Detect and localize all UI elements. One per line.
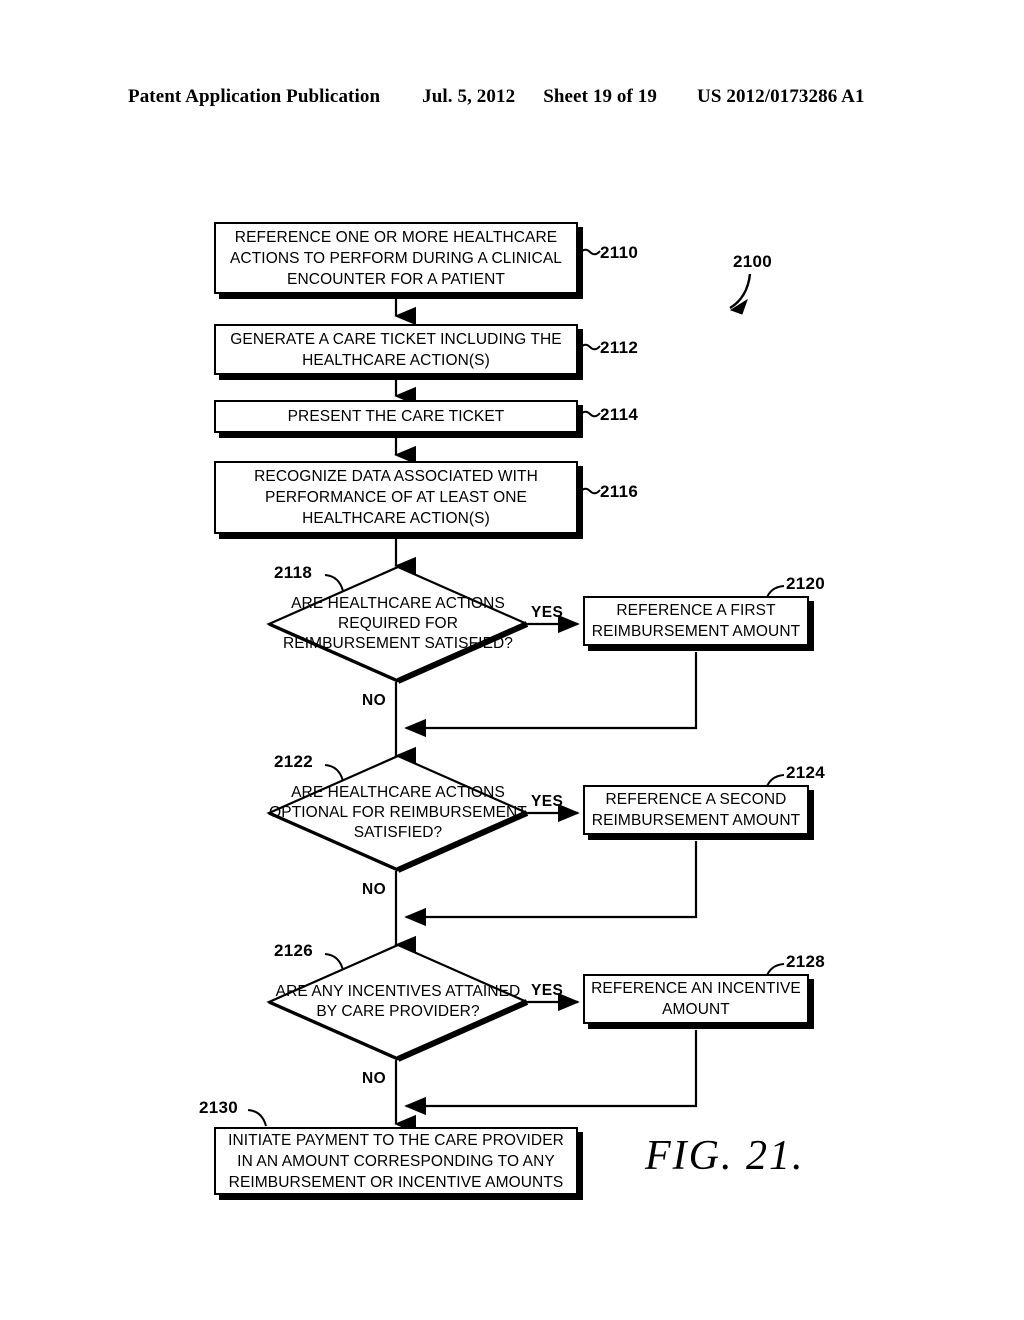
ref-numeral-2114: 2114 bbox=[600, 405, 639, 424]
process-box-2114-text: PRESENT THE CARE TICKET bbox=[287, 408, 505, 425]
branch-label-2122-yes: YES bbox=[531, 793, 564, 810]
branch-label-2118-no: NO bbox=[362, 692, 387, 709]
process-box-2112[interactable]: GENERATE A CARE TICKET INCLUDING THE HEA… bbox=[214, 324, 578, 375]
process-box-2120-text: REFERENCE A FIRST REIMBURSEMENT AMOUNT bbox=[591, 602, 801, 640]
process-box-2112-text: GENERATE A CARE TICKET INCLUDING THE HEA… bbox=[230, 330, 562, 369]
ref-numeral-2112: 2112 bbox=[600, 338, 639, 357]
process-box-2120[interactable]: REFERENCE A FIRST REIMBURSEMENT AMOUNT bbox=[583, 596, 809, 646]
process-box-2116-text: RECOGNIZE DATA ASSOCIATED WITH PERFORMAN… bbox=[254, 468, 538, 527]
ref-numeral-2100: 2100 bbox=[733, 252, 773, 271]
decision-diamond-2118[interactable]: ARE HEALTHCARE ACTIONS REQUIRED FOR REIM… bbox=[266, 565, 530, 684]
branch-label-2126-no: NO bbox=[362, 1070, 387, 1087]
process-box-2116[interactable]: RECOGNIZE DATA ASSOCIATED WITH PERFORMAN… bbox=[214, 461, 578, 534]
process-box-2130[interactable]: INITIATE PAYMENT TO THE CARE PROVIDER IN… bbox=[214, 1127, 578, 1195]
branch-label-2122-no: NO bbox=[362, 881, 387, 898]
ref-numeral-2124: 2124 bbox=[786, 763, 826, 782]
flowchart-figure: REFERENCE ONE OR MORE HEALTHCARE ACTIONS… bbox=[0, 0, 1024, 1320]
ref-numeral-2120: 2120 bbox=[786, 574, 826, 593]
ref-numeral-2130: 2130 bbox=[199, 1098, 239, 1117]
branch-label-2126-yes: YES bbox=[531, 982, 564, 999]
figure-caption: FIG. 21. bbox=[645, 1133, 805, 1179]
branch-label-2118-yes: YES bbox=[531, 604, 564, 621]
process-box-2124-text: REFERENCE A SECOND REIMBURSEMENT AMOUNT bbox=[591, 791, 801, 829]
ref-numeral-2118: 2118 bbox=[274, 563, 313, 582]
ref-numeral-2128: 2128 bbox=[786, 952, 826, 971]
process-box-2128-text: REFERENCE AN INCENTIVE AMOUNT bbox=[591, 980, 801, 1018]
decision-diamond-2126[interactable]: ARE ANY INCENTIVES ATTAINED BY CARE PROV… bbox=[266, 943, 530, 1062]
process-box-2128[interactable]: REFERENCE AN INCENTIVE AMOUNT bbox=[583, 974, 809, 1024]
process-box-2114[interactable]: PRESENT THE CARE TICKET bbox=[214, 400, 578, 433]
process-box-2110[interactable]: REFERENCE ONE OR MORE HEALTHCARE ACTIONS… bbox=[214, 222, 578, 294]
process-box-2110-text: REFERENCE ONE OR MORE HEALTHCARE ACTIONS… bbox=[229, 228, 563, 288]
process-box-2124[interactable]: REFERENCE A SECOND REIMBURSEMENT AMOUNT bbox=[583, 785, 809, 835]
ref-numeral-2122: 2122 bbox=[274, 752, 314, 771]
ref-numeral-2126: 2126 bbox=[274, 941, 314, 960]
ref-numeral-2110: 2110 bbox=[600, 243, 639, 262]
decision-diamond-2122[interactable]: ARE HEALTHCARE ACTIONS OPTIONAL FOR REIM… bbox=[266, 754, 530, 873]
process-box-2130-text: INITIATE PAYMENT TO THE CARE PROVIDER IN… bbox=[228, 1131, 564, 1191]
ref-numeral-2116: 2116 bbox=[600, 482, 639, 501]
